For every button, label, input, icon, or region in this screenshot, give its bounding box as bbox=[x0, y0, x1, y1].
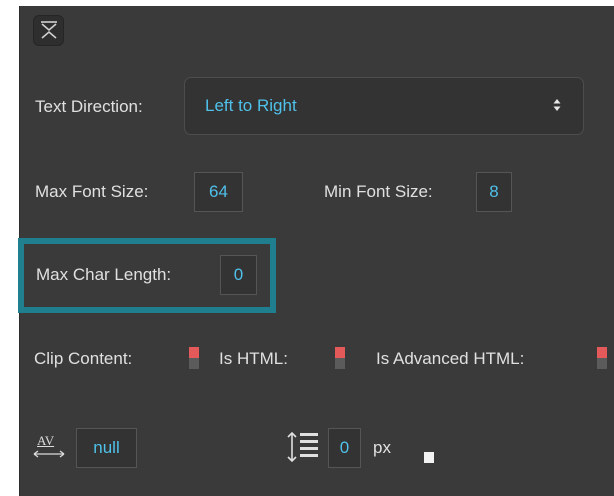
letter-spacing-input[interactable]: null bbox=[76, 428, 137, 468]
clip-content-label: Clip Content: bbox=[34, 349, 133, 368]
max-font-size-label: Max Font Size: bbox=[35, 182, 149, 201]
collapse-icon bbox=[41, 21, 57, 39]
is-html-toggle[interactable] bbox=[335, 347, 345, 369]
max-char-length-input[interactable]: 0 bbox=[220, 255, 257, 295]
clip-content-toggle[interactable] bbox=[189, 347, 199, 369]
is-advanced-html-label: Is Advanced HTML: bbox=[376, 349, 525, 368]
text-direction-label: Text Direction: bbox=[35, 97, 143, 116]
min-font-size-input[interactable]: 8 bbox=[476, 172, 512, 212]
max-char-length-label: Max Char Length: bbox=[36, 265, 172, 284]
max-font-size-input[interactable]: 64 bbox=[194, 172, 243, 212]
letter-spacing-icon: AV bbox=[33, 433, 65, 463]
line-height-unit: px bbox=[373, 438, 391, 457]
line-height-unit-toggle[interactable] bbox=[424, 441, 434, 463]
is-advanced-html-toggle[interactable] bbox=[597, 347, 607, 369]
collapse-button[interactable] bbox=[33, 15, 64, 46]
is-html-label: Is HTML: bbox=[219, 349, 288, 368]
text-direction-value: Left to Right bbox=[205, 96, 297, 115]
line-height-input[interactable]: 0 bbox=[328, 428, 361, 468]
letter-spacing-icon-text: AV bbox=[37, 433, 55, 448]
line-height-icon bbox=[287, 431, 318, 463]
text-direction-select[interactable]: Left to Right bbox=[184, 77, 584, 135]
select-arrows-icon bbox=[553, 99, 561, 111]
min-font-size-label: Min Font Size: bbox=[324, 182, 433, 201]
